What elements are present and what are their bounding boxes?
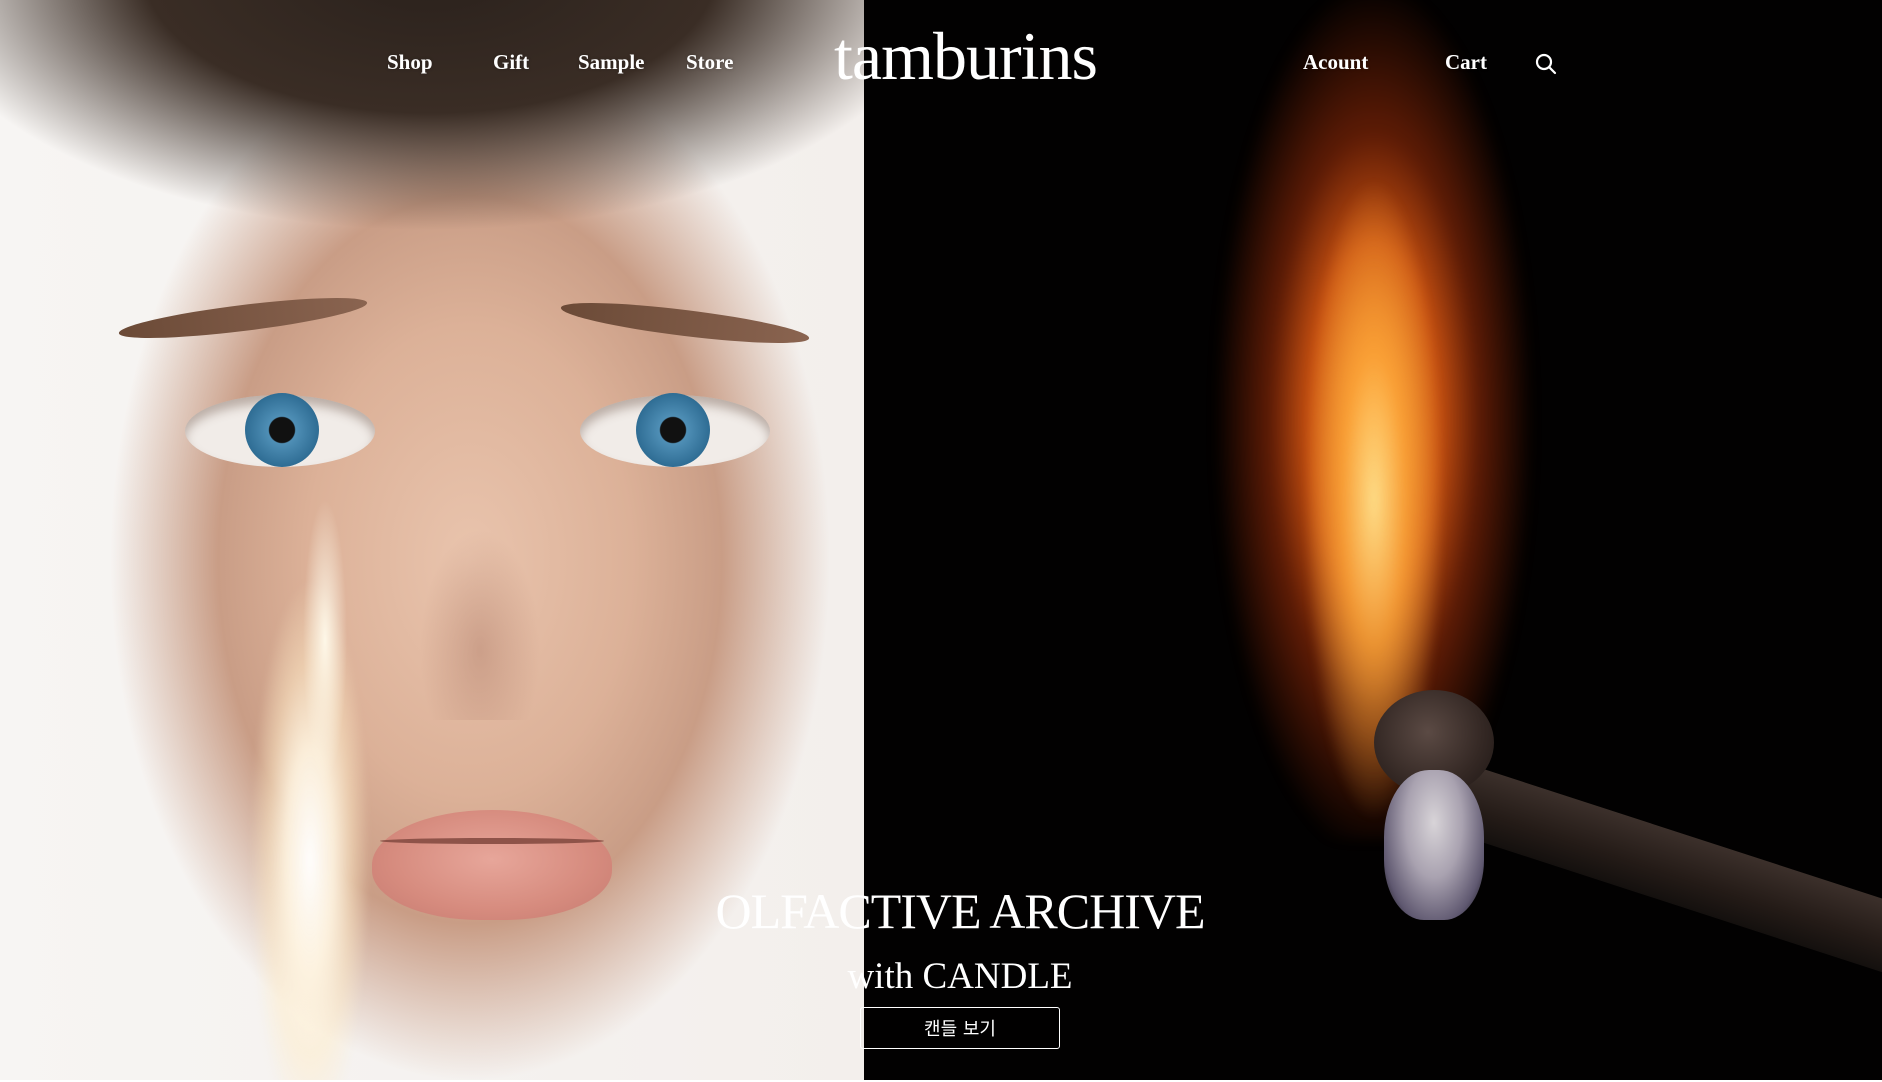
hero-subtitle: with CANDLE — [847, 956, 1073, 997]
nav-gift-link[interactable]: Gift — [493, 50, 529, 75]
search-icon[interactable] — [1534, 52, 1558, 76]
left-iris — [245, 393, 319, 467]
lip-line — [380, 838, 604, 844]
nav-cart-link[interactable]: Cart — [1445, 50, 1487, 75]
right-iris — [636, 393, 710, 467]
nav-account-link[interactable]: Acount — [1303, 50, 1368, 75]
white-flame-core — [290, 480, 360, 780]
view-candles-button[interactable]: 캔들 보기 — [860, 1007, 1060, 1049]
nose-shading — [420, 470, 540, 720]
hero-title: OLFACTIVE ARCHIVE — [715, 883, 1205, 939]
nav-shop-link[interactable]: Shop — [387, 50, 433, 75]
nav-sample-link[interactable]: Sample — [578, 50, 645, 75]
left-eye — [185, 393, 375, 467]
nav-store-link[interactable]: Store — [686, 50, 733, 75]
brand-logo[interactable]: tamburins — [834, 22, 1098, 90]
search-icon-glyph — [1535, 53, 1557, 75]
right-eyebrow — [559, 294, 811, 352]
site-header: Shop Gift Sample Store tamburins Acount … — [0, 0, 1882, 130]
right-eye — [580, 393, 770, 467]
